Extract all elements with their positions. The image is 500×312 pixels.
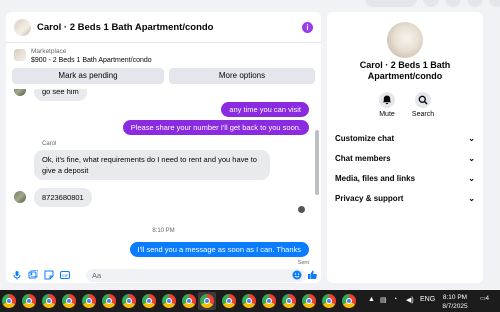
mute-label: Mute xyxy=(379,111,395,118)
more-options-button[interactable]: More options xyxy=(169,68,315,84)
mark-as-pending-button[interactable]: Mark as pending xyxy=(12,68,164,84)
row-label: Media, files and links xyxy=(335,174,416,183)
volume-icon[interactable]: ◀) xyxy=(406,296,414,304)
search-label: Search xyxy=(411,111,435,118)
chat-header: Carol · 2 Beds 1 Bath Apartment/condo i xyxy=(6,12,321,43)
message-list: go see him any time you can visit Please… xyxy=(6,89,321,267)
chrome-icon[interactable] xyxy=(142,294,156,308)
chevron-down-icon: ⌄ xyxy=(468,194,475,203)
sender-name: Carol xyxy=(42,141,57,147)
top-pill-button[interactable] xyxy=(365,0,417,7)
chrome-icon[interactable] xyxy=(22,294,36,308)
notifications-icon[interactable]: ▭4 xyxy=(480,295,491,306)
search-icon xyxy=(418,95,428,105)
conversation-details-panel: Carol · 2 Beds 1 Bath Apartment/condo Mu… xyxy=(327,12,483,283)
listing-thumbnail xyxy=(14,49,26,61)
conversation-avatar[interactable] xyxy=(387,22,423,58)
taskbar: ▲ ▤ ◔ ◀) ENG 8:10 PM 8/7/2025 ▭4 xyxy=(0,290,500,312)
menu-icon[interactable] xyxy=(423,0,439,7)
photo-icon[interactable] xyxy=(28,270,38,280)
message-incoming: 8723680801 xyxy=(34,188,92,207)
like-icon[interactable] xyxy=(307,270,317,280)
info-icon[interactable]: i xyxy=(302,22,313,33)
chat-title[interactable]: Carol · 2 Beds 1 Bath Apartment/condo xyxy=(37,22,213,33)
bell-icon xyxy=(383,95,391,105)
clock-time: 8:10 PM xyxy=(442,294,468,301)
chrome-icon[interactable] xyxy=(222,294,236,308)
row-label: Customize chat xyxy=(335,134,395,143)
composer: GIF Aa xyxy=(6,267,321,283)
wifi-icon[interactable]: ◔ xyxy=(393,296,397,303)
scrollbar[interactable] xyxy=(315,130,319,195)
chrome-icon[interactable] xyxy=(302,294,316,308)
chevron-down-icon: ⌄ xyxy=(468,134,475,143)
mute-button[interactable] xyxy=(379,92,395,108)
chrome-icon[interactable] xyxy=(82,294,96,308)
gif-icon[interactable]: GIF xyxy=(60,270,70,280)
chrome-icon[interactable] xyxy=(2,294,16,308)
chrome-icon[interactable] xyxy=(42,294,56,308)
clock-date: 8/7/2025 xyxy=(442,303,468,310)
chat-panel: Carol · 2 Beds 1 Bath Apartment/condo i … xyxy=(6,12,321,283)
notifications-icon[interactable] xyxy=(467,0,483,7)
chrome-icon[interactable] xyxy=(162,294,176,308)
search-button[interactable] xyxy=(415,92,431,108)
chrome-icon[interactable] xyxy=(322,294,336,308)
chrome-icon[interactable] xyxy=(200,294,214,308)
chevron-down-icon: ⌄ xyxy=(468,154,475,163)
chrome-icon[interactable] xyxy=(122,294,136,308)
show-hidden-icons-icon[interactable]: ▲ xyxy=(368,296,375,303)
account-icon[interactable] xyxy=(489,0,500,7)
system-clock[interactable]: 8:10 PM 8/7/2025 xyxy=(440,293,470,311)
privacy-support-row[interactable]: Privacy & support ⌄ xyxy=(335,191,477,207)
svg-text:GIF: GIF xyxy=(62,273,69,278)
chevron-down-icon: ⌄ xyxy=(468,174,475,183)
media-files-links-row[interactable]: Media, files and links ⌄ xyxy=(335,171,477,187)
sender-avatar xyxy=(14,191,26,203)
chrome-icon[interactable] xyxy=(262,294,276,308)
chrome-icon[interactable] xyxy=(62,294,76,308)
listing-label: Marketplace xyxy=(31,48,67,55)
message-input-placeholder: Aa xyxy=(92,271,102,280)
seen-indicator-icon xyxy=(298,206,305,213)
sticker-icon[interactable] xyxy=(44,270,54,280)
conversation-name: Carol · 2 Beds 1 Bath Apartment/condo xyxy=(359,60,451,81)
network-icon[interactable]: ▤ xyxy=(380,296,387,304)
sent-status: Sent xyxy=(297,260,309,266)
message-input[interactable]: Aa xyxy=(86,269,306,282)
messenger-icon[interactable] xyxy=(445,0,461,7)
top-strip xyxy=(0,0,500,12)
microphone-icon[interactable] xyxy=(12,270,22,280)
chrome-icon[interactable] xyxy=(102,294,116,308)
chrome-icon[interactable] xyxy=(342,294,356,308)
chrome-icon[interactable] xyxy=(282,294,296,308)
chat-avatar[interactable] xyxy=(14,19,31,36)
message-outgoing: any time you can visit xyxy=(221,102,309,117)
sender-avatar xyxy=(14,89,26,96)
message-outgoing: I'll send you a message as soon as I can… xyxy=(129,242,309,257)
message-timestamp: 8:10 PM xyxy=(152,228,175,234)
row-label: Chat members xyxy=(335,154,391,163)
message-outgoing: Please share your number I'll get back t… xyxy=(122,120,309,135)
chrome-icon[interactable] xyxy=(182,294,196,308)
emoji-icon[interactable] xyxy=(292,270,302,280)
row-label: Privacy & support xyxy=(335,194,404,203)
listing-price-title: $900 - 2 Beds 1 Bath Apartment/condo xyxy=(31,57,152,64)
customize-chat-row[interactable]: Customize chat ⌄ xyxy=(335,131,477,147)
chrome-icon[interactable] xyxy=(242,294,256,308)
message-incoming: go see him xyxy=(34,89,87,101)
language-indicator[interactable]: ENG xyxy=(420,296,435,303)
message-incoming: Ok, it's fine, what requirements do I ne… xyxy=(34,150,270,180)
chat-members-row[interactable]: Chat members ⌄ xyxy=(335,151,477,167)
notification-count: 4 xyxy=(485,296,490,302)
